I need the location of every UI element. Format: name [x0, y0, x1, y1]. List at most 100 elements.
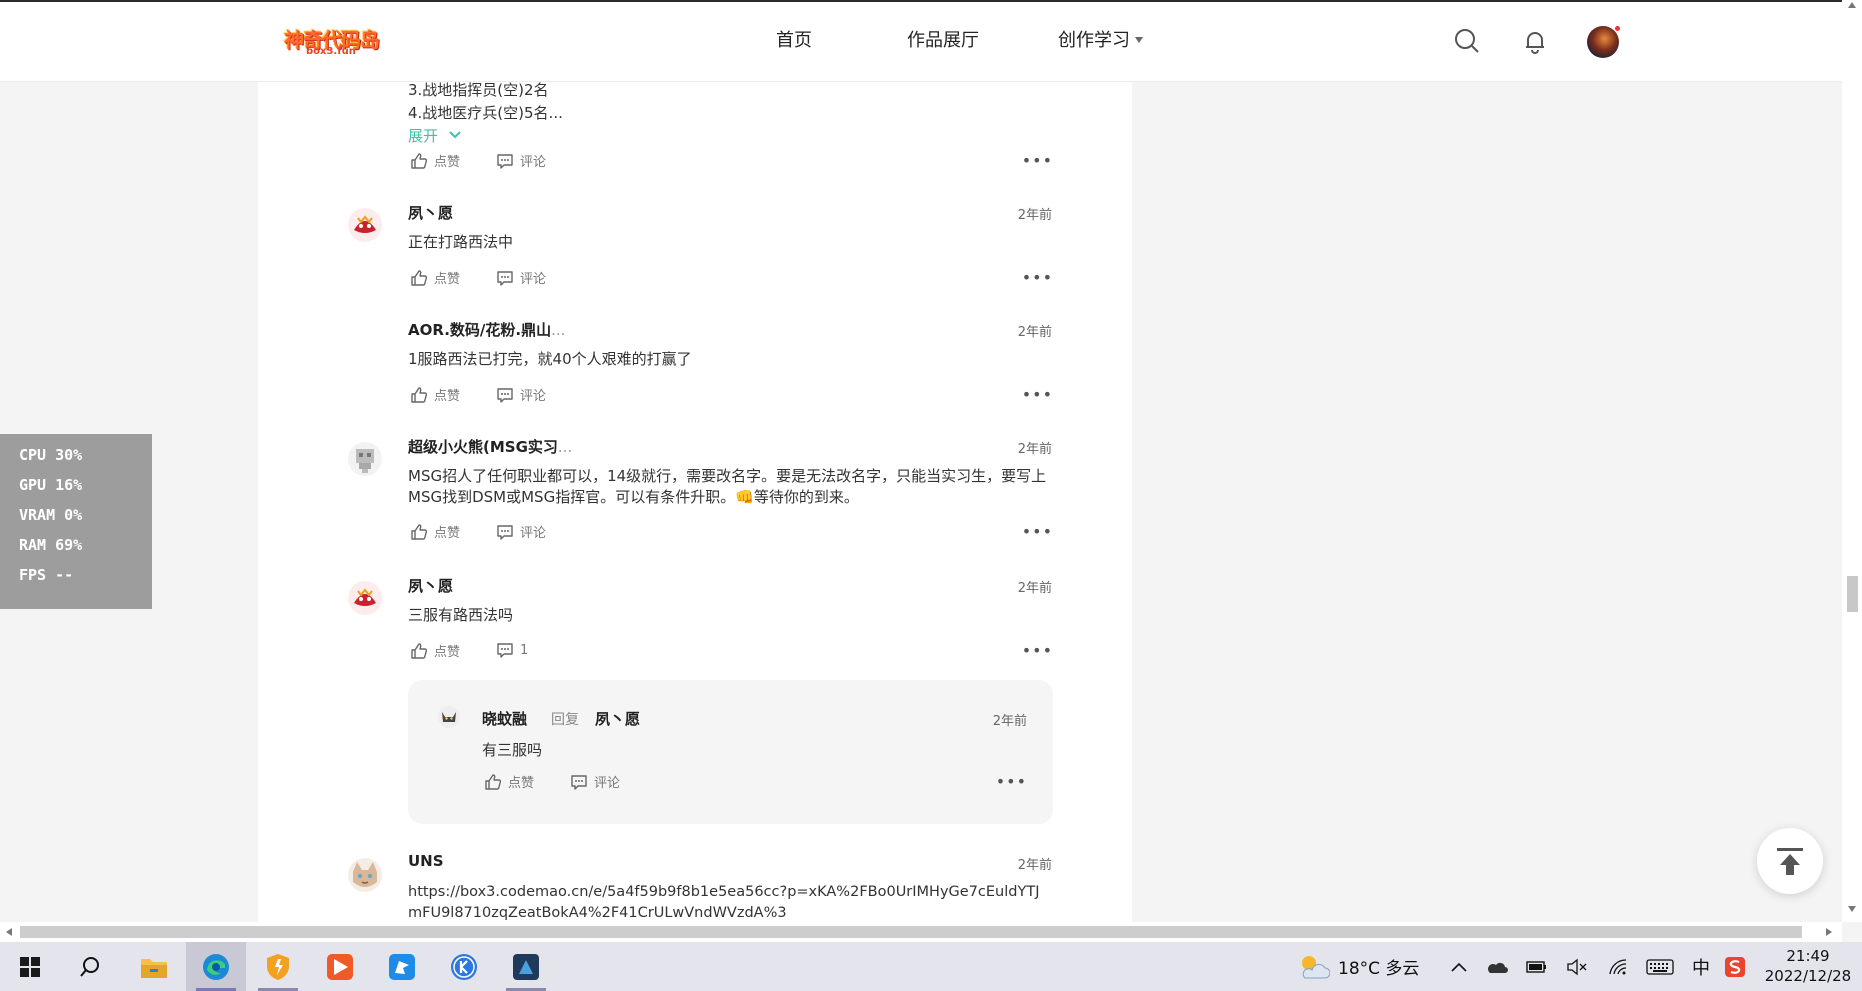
comment-time: 2年前 — [1017, 208, 1052, 223]
ime-indicator[interactable]: 中 — [1692, 942, 1710, 991]
more-icon[interactable]: ••• — [1022, 522, 1053, 541]
avatar[interactable] — [348, 858, 382, 892]
comment-icon — [497, 387, 513, 403]
reply-avatar[interactable] — [438, 706, 460, 728]
comment-author[interactable]: 夙丶愿 — [408, 202, 453, 223]
start-button[interactable] — [0, 942, 60, 991]
taskbar-clock[interactable]: 21:49 2022/12/28 — [1760, 946, 1856, 986]
comment-text: 三服有路西法吗 — [408, 606, 514, 624]
logo-subtext: box3.fun — [306, 46, 356, 57]
like-label: 点赞 — [434, 272, 461, 287]
user-avatar[interactable] — [1587, 25, 1621, 58]
tray-chevron-up-icon[interactable] — [1450, 942, 1468, 991]
taskbar-app-blue[interactable] — [372, 942, 432, 991]
comment-author[interactable]: 超级小火熊(MSG实习... — [408, 436, 572, 457]
more-icon[interactable]: ••• — [1022, 641, 1053, 660]
comment-author[interactable]: AOR.数码/花粉.鼎山... — [408, 319, 565, 340]
scroll-left-icon[interactable] — [6, 928, 12, 936]
taskbar-edge[interactable] — [186, 942, 246, 991]
like-label: 点赞 — [434, 155, 461, 170]
more-icon[interactable]: ••• — [1022, 385, 1053, 404]
nav-learn[interactable]: 创作学习 — [1058, 26, 1143, 52]
avatar[interactable] — [348, 208, 382, 242]
volume-muted-icon[interactable] — [1566, 942, 1588, 991]
reply-button[interactable]: 1 — [496, 641, 528, 659]
keyboard-icon[interactable] — [1646, 942, 1674, 991]
site-logo[interactable]: 神奇代码岛 box3.fun — [282, 22, 392, 58]
reply-author[interactable]: 晓蚊融 — [482, 708, 527, 729]
scroll-thumb[interactable] — [1847, 576, 1858, 612]
back-to-top-button[interactable] — [1757, 828, 1823, 894]
app-icon — [513, 953, 539, 980]
more-icon[interactable]: ••• — [1022, 151, 1053, 170]
reply-button[interactable]: 评论 — [496, 151, 546, 170]
weather-text: 18°C 多云 — [1338, 959, 1420, 979]
perf-vram: VRAM 0% — [19, 506, 83, 524]
sogou-ime-icon[interactable] — [1724, 942, 1746, 991]
comment-author[interactable]: 夙丶愿 — [408, 575, 453, 596]
wifi-icon[interactable] — [1608, 942, 1630, 991]
battery-icon[interactable] — [1526, 942, 1548, 991]
horizontal-scrollbar[interactable] — [0, 922, 1842, 942]
app-icon — [451, 953, 477, 980]
partly-cloudy-icon — [1302, 955, 1330, 978]
thumbs-up-icon — [411, 269, 428, 286]
perf-ram: RAM 69% — [19, 536, 83, 554]
taskbar-file-explorer[interactable] — [124, 942, 184, 991]
scroll-up-icon[interactable] — [1848, 2, 1856, 8]
scroll-right-icon[interactable] — [1826, 928, 1832, 936]
comment-text: 正在打路西法中 — [408, 233, 514, 251]
comment-author[interactable]: UNS — [408, 852, 444, 870]
more-icon[interactable]: ••• — [1022, 268, 1053, 287]
like-button[interactable]: 点赞 — [410, 385, 460, 404]
comment-author-name: AOR.数码/花粉.鼎山 — [408, 321, 552, 339]
folder-icon — [141, 958, 167, 978]
comment-text-link[interactable]: https://box3.codemao.cn/e/5a4f59b9f8b1e5… — [408, 882, 1053, 922]
comment-text: MSG招人了任何职业都可以，14级就行，需要改名字。要是无法改名字，只能当实习生… — [408, 467, 1047, 506]
like-button[interactable]: 点赞 — [410, 522, 460, 541]
like-button[interactable]: 点赞 — [410, 268, 460, 287]
performance-overlay: CPU 30% GPU 16% VRAM 0% RAM 69% FPS -- — [0, 434, 152, 609]
comment-time: 2年前 — [1017, 858, 1052, 873]
search-icon[interactable] — [1454, 28, 1480, 54]
like-label: 点赞 — [434, 389, 461, 404]
like-button[interactable]: 点赞 — [484, 772, 534, 791]
onedrive-icon[interactable] — [1486, 942, 1508, 991]
perf-cpu: CPU 30% — [19, 446, 83, 464]
taskbar-security-app[interactable] — [248, 942, 308, 991]
vertical-scrollbar[interactable] — [1842, 0, 1862, 922]
thumbs-up-icon — [485, 773, 502, 790]
nav-home[interactable]: 首页 — [776, 26, 812, 52]
reply-target[interactable]: 夙丶愿 — [595, 708, 640, 729]
reply-button[interactable]: 评论 — [496, 385, 546, 404]
expand-label: 展开 — [408, 127, 439, 145]
like-button[interactable]: 点赞 — [410, 641, 460, 660]
comment-icon — [497, 153, 513, 169]
nav-gallery[interactable]: 作品展厅 — [907, 26, 979, 52]
taskbar-app-dark[interactable] — [496, 942, 556, 991]
reply-button[interactable]: 评论 — [496, 522, 546, 541]
app-icon — [327, 953, 353, 980]
expand-link[interactable]: 展开 — [408, 125, 463, 146]
thumbs-up-icon — [411, 642, 428, 659]
scroll-thumb[interactable] — [20, 926, 1802, 938]
taskbar-app-orange[interactable] — [310, 942, 370, 991]
like-label: 点赞 — [508, 776, 535, 791]
comment-icon — [571, 774, 587, 790]
like-button[interactable]: 点赞 — [410, 151, 460, 170]
scroll-down-icon[interactable] — [1848, 906, 1856, 912]
bell-icon[interactable] — [1522, 28, 1548, 54]
taskbar-search[interactable] — [60, 942, 120, 991]
more-icon[interactable]: ••• — [996, 772, 1027, 791]
reply-button[interactable]: 评论 — [570, 772, 620, 791]
weather-widget[interactable]: 18°C 多云 — [1296, 942, 1419, 991]
comment-text: 1服路西法已打完，就40个人艰难的打赢了 — [408, 350, 692, 368]
name-ellipsis: ... — [557, 438, 573, 456]
avatar[interactable] — [348, 442, 382, 476]
comment-text-line: 4.战地医疗兵(空)5名... — [408, 104, 563, 122]
reply-button[interactable]: 评论 — [496, 268, 546, 287]
taskbar-app-k[interactable] — [434, 942, 494, 991]
avatar[interactable] — [348, 581, 382, 615]
taskbar: 18°C 多云 中 21:49 2022/12/28 — [0, 942, 1862, 991]
comment-label: 评论 — [520, 526, 547, 541]
